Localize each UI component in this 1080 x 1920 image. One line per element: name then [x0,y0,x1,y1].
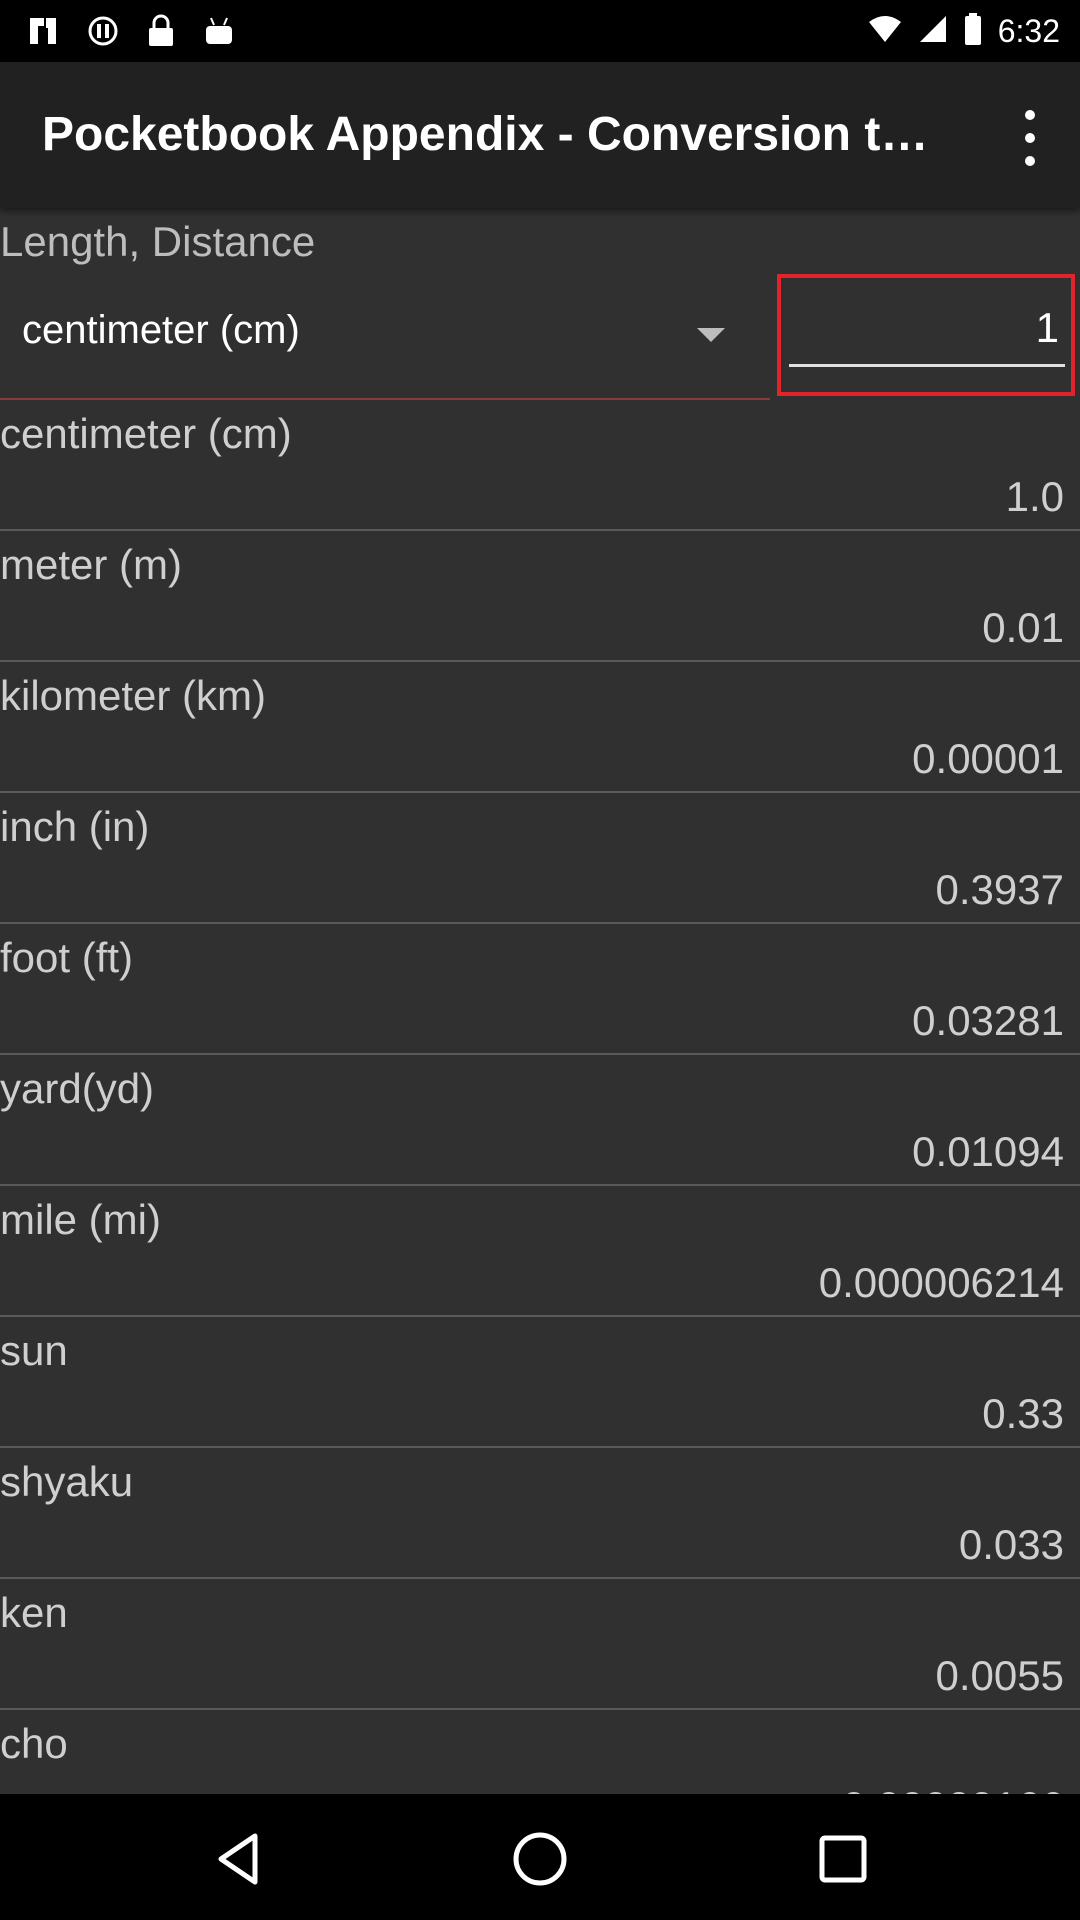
value-input[interactable] [789,300,1065,367]
page-title: Pocketbook Appendix - Conversion t… [42,108,929,161]
list-item: mile (mi) 0.000006214 [0,1186,1080,1317]
unit-value: 0.3937 [935,866,1064,913]
circle-icon [86,14,120,48]
source-unit-label: centimeter (cm) [22,308,300,352]
unit-name: kilometer (km) [0,672,267,719]
list-item: shyaku 0.033 [0,1448,1080,1579]
unit-value: 0.0055 [935,1652,1064,1699]
back-icon[interactable] [205,1824,275,1894]
signal-icon [918,14,948,49]
menu-dot [1025,133,1035,143]
unit-name: mile (mi) [0,1196,161,1243]
unit-name: yard(yd) [0,1065,155,1112]
wifi-icon [868,14,902,49]
unit-value: 0.33 [982,1390,1064,1437]
list-item: yard(yd) 0.01094 [0,1055,1080,1186]
navigation-bar [0,1794,1080,1920]
list-item: inch (in) 0.3937 [0,793,1080,924]
unit-value: 1.0 [1005,473,1064,520]
unit-value: 0.000006214 [818,1259,1064,1306]
more-vert-icon[interactable] [1010,110,1050,166]
list-item: centimeter (cm) 1.0 [0,400,1080,531]
dropdown-arrow-icon [697,328,725,342]
list-item: ken 0.0055 [0,1579,1080,1710]
unit-name: ken [0,1589,68,1636]
unit-value: 0.03281 [912,997,1064,1044]
list-item: foot (ft) 0.03281 [0,924,1080,1055]
unit-name: sun [0,1327,68,1374]
list-item: kilometer (km) 0.00001 [0,662,1080,793]
unit-name: inch (in) [0,803,150,850]
battery-icon [964,12,982,50]
app-bar: Pocketbook Appendix - Conversion t… [0,62,1080,208]
unit-value: 0.00001 [912,735,1064,782]
unit-value: 0.033 [958,1521,1064,1568]
unit-name: centimeter (cm) [0,410,292,457]
status-bar: 6:32 [0,0,1080,62]
list-item: sun 0.33 [0,1317,1080,1448]
lock-icon [146,14,176,48]
source-unit-spinner[interactable]: centimeter (cm) [0,276,770,400]
value-input-highlight [777,274,1075,396]
clock: 6:32 [997,12,1060,49]
category-label: Length, Distance [0,218,316,265]
unit-name: shyaku [0,1458,134,1505]
unit-name: foot (ft) [0,934,134,981]
unit-value: 0.01 [982,604,1064,651]
menu-dot [1025,156,1035,166]
app-icon [26,14,60,48]
list-item: meter (m) 0.01 [0,531,1080,662]
unit-value: 0.01094 [912,1128,1064,1175]
unit-name: cho [0,1720,68,1767]
menu-dot [1025,110,1035,120]
android-icon [202,14,236,48]
system-icons: 6:32 [868,10,1060,52]
home-icon[interactable] [505,1824,575,1894]
recents-icon[interactable] [808,1824,878,1894]
notification-icons [26,10,236,52]
conversion-list[interactable]: centimeter (cm) 1.0 meter (m) 0.01 kilom… [0,400,1080,1841]
unit-name: meter (m) [0,541,182,588]
